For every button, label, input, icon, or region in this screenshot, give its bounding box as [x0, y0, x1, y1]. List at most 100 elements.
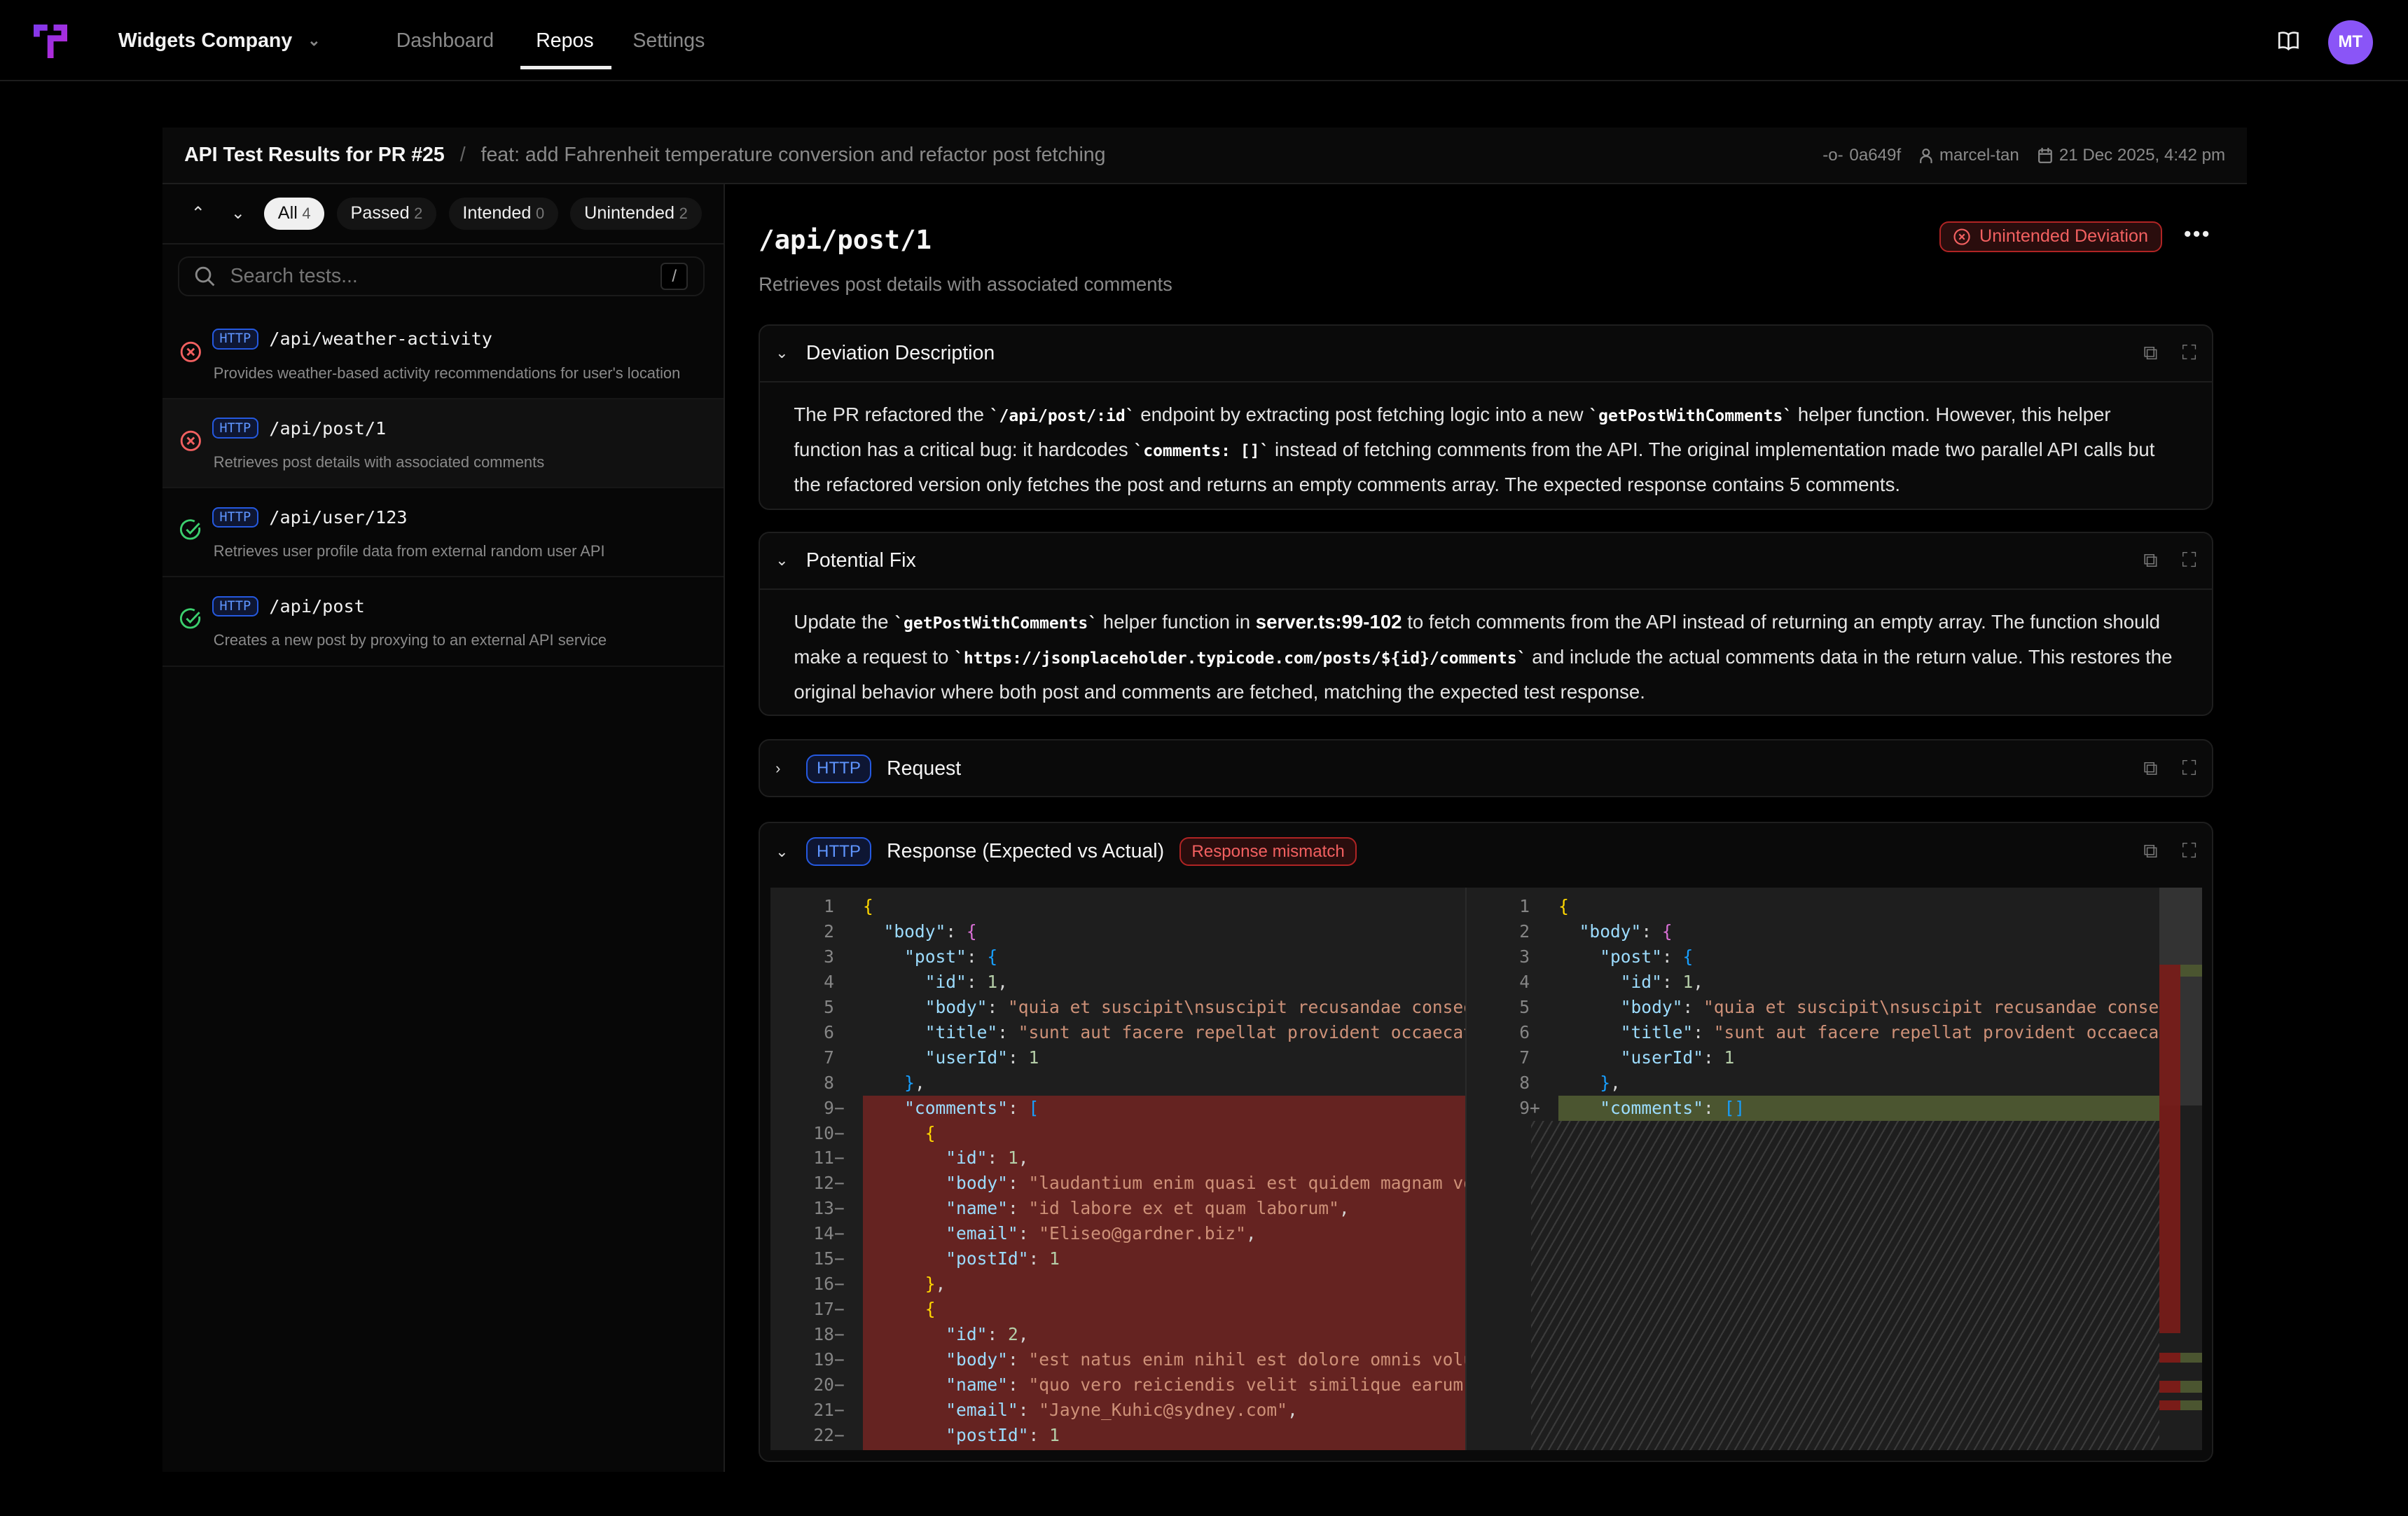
logo-icon[interactable]: [34, 25, 67, 58]
test-path: /api/weather-activity: [269, 329, 492, 349]
line-number: 8: [1467, 1070, 1544, 1096]
previous-test-button[interactable]: ⌃: [184, 203, 212, 223]
app-root: Widgets Company⌄ Dashboard Repos Setting…: [0, 0, 2408, 1516]
line-number: 8: [770, 1070, 847, 1096]
actual-pane[interactable]: 1 {2 "body": {3 "post": {4 "id": 1,5 "bo…: [1465, 888, 2159, 1449]
test-list-item[interactable]: HTTP/api/weather-activityProvides weathe…: [162, 310, 723, 399]
copy-icon[interactable]: ⧉: [2143, 757, 2157, 780]
copy-icon[interactable]: ⧉: [2143, 840, 2157, 863]
code-text: "postId": 1: [863, 1246, 1060, 1272]
expected-pane[interactable]: 1 {2 "body": {3 "post": {4 "id": 1,5 "bo…: [770, 888, 1465, 1449]
copy-icon[interactable]: ⧉: [2143, 342, 2157, 365]
breadcrumb-separator: /: [460, 144, 466, 167]
code-text: "title": "sunt aut facere repellat provi…: [863, 1020, 1465, 1045]
next-test-button[interactable]: ⌄: [224, 203, 251, 223]
filter-label: Unintended: [584, 203, 674, 223]
line-number: 13−: [770, 1196, 847, 1221]
test-list: HTTP/api/weather-activityProvides weathe…: [162, 310, 723, 667]
author-meta: marcel-tan: [1919, 146, 2019, 165]
expand-icon[interactable]: ⛶: [2182, 757, 2196, 780]
fix-body: Update the `getPostWithComments` helper …: [760, 590, 2211, 710]
line-number: 12−: [770, 1171, 847, 1196]
request-header[interactable]: ›HTTPRequest ⧉⛶: [760, 740, 2211, 797]
removed-line: 21− "email": "Jayne_Kuhic@sydney.com",: [770, 1398, 1465, 1423]
commit-hash: 0a649f: [1849, 146, 1901, 165]
code-line: 7 "userId": 1: [1467, 1045, 2159, 1070]
line-number: 1: [1467, 894, 1544, 919]
removed-line: 9− "comments": [: [770, 1096, 1465, 1121]
inline-code: `comments: []`: [1133, 442, 1269, 460]
code-text: "id": 2,: [863, 1322, 1028, 1347]
test-list-item[interactable]: HTTP/api/post/1Retrieves post details wi…: [162, 399, 723, 488]
test-list-item[interactable]: HTTP/api/postCreates a new post by proxy…: [162, 577, 723, 666]
removed-line: 20− "name": "quo vero reiciendis velit s…: [770, 1372, 1465, 1398]
line-number: 20−: [770, 1372, 847, 1398]
filter-label: Passed: [351, 203, 410, 223]
code-line: 6 "title": "sunt aut facere repellat pro…: [770, 1020, 1465, 1045]
commit-meta[interactable]: -o-0a649f: [1822, 146, 1901, 165]
more-options-button[interactable]: •••: [2184, 221, 2211, 247]
status-badge-label: Unintended Deviation: [1979, 226, 2148, 247]
expand-icon[interactable]: ⛶: [2182, 342, 2196, 365]
fix-header[interactable]: ⌄Potential Fix ⧉⛶: [760, 533, 2211, 590]
removed-line: 22− "postId": 1: [770, 1423, 1465, 1448]
search-input[interactable]: [230, 265, 660, 288]
removed-line: 19− "body": "est natus enim nihil est do…: [770, 1347, 1465, 1372]
code-line: 3 "post": {: [1467, 944, 2159, 970]
mismatch-badge: Response mismatch: [1179, 837, 1357, 866]
test-detail: /api/post/1 Retrieves post details with …: [725, 184, 2247, 1471]
code-line: 8 },: [1467, 1070, 2159, 1096]
filter-count: 0: [536, 205, 544, 222]
code-line: 4 "id": 1,: [1467, 970, 2159, 995]
calendar-icon: [2037, 148, 2053, 163]
code-text: {: [863, 1121, 935, 1146]
diff-overview-ruler[interactable]: [2159, 888, 2202, 1449]
code-text: "name": "id labore ex et quam laborum",: [863, 1196, 1350, 1221]
code-text: "body": "laudantium enim quasi est quide…: [863, 1171, 1465, 1196]
code-text: "body": {: [863, 919, 977, 944]
nav-tab-dashboard[interactable]: Dashboard: [396, 29, 494, 53]
deviation-header[interactable]: ⌄Deviation Description ⧉⛶: [760, 326, 2211, 383]
diff-editor[interactable]: 1 {2 "body": {3 "post": {4 "id": 1,5 "bo…: [770, 888, 2202, 1449]
expand-icon[interactable]: ⛶: [2182, 840, 2196, 863]
user-avatar[interactable]: MT: [2328, 20, 2373, 65]
org-switcher[interactable]: Widgets Company⌄: [118, 29, 321, 53]
code-text: },: [863, 1272, 946, 1297]
response-card: ⌄HTTPResponse (Expected vs Actual)Respon…: [759, 822, 2213, 1462]
file-reference: server.ts:99-102: [1256, 611, 1402, 633]
filter-intended[interactable]: Intended0: [449, 198, 558, 230]
code-text: },: [1558, 1070, 1621, 1096]
x-circle-icon: [1953, 228, 1970, 245]
code-line: 2 "body": {: [1467, 919, 2159, 944]
filter-all[interactable]: All4: [264, 198, 324, 230]
code-text: },: [863, 1070, 925, 1096]
expand-icon[interactable]: ⛶: [2182, 549, 2196, 572]
line-number: 4: [770, 970, 847, 995]
filter-passed[interactable]: Passed2: [337, 198, 436, 230]
filter-unintended[interactable]: Unintended2: [570, 198, 701, 230]
line-number: 7: [1467, 1045, 1544, 1070]
test-description: Retrieves user profile data from externa…: [214, 542, 605, 560]
status-badge: Unintended Deviation: [1939, 221, 2161, 252]
response-header[interactable]: ⌄HTTPResponse (Expected vs Actual)Respon…: [760, 823, 2211, 880]
added-marker: [2180, 1400, 2202, 1410]
failed-status-icon: [180, 341, 202, 363]
removed-marker: [2159, 1353, 2181, 1362]
removed-marker: [2159, 1381, 2181, 1393]
passed-status-icon: [180, 608, 202, 630]
line-number: 17−: [770, 1297, 847, 1322]
docs-book-icon[interactable]: [2278, 31, 2299, 51]
test-sidebar: ⌃ ⌄ All4 Passed2 Intended0 Unintended2 /…: [162, 184, 724, 1471]
nav-tab-repos[interactable]: Repos: [536, 29, 593, 53]
test-description: Creates a new post by proxying to an ext…: [214, 631, 607, 649]
http-tag: HTTP: [212, 418, 258, 438]
line-number: 10−: [770, 1121, 847, 1146]
line-number: 2: [1467, 919, 1544, 944]
org-name: Widgets Company: [118, 29, 292, 53]
code-text: {: [1558, 894, 1569, 919]
test-list-item[interactable]: HTTP/api/user/123Retrieves user profile …: [162, 488, 723, 577]
nav-tab-settings[interactable]: Settings: [632, 29, 705, 53]
code-text: "id": 1,: [863, 970, 1008, 995]
line-number: 15−: [770, 1246, 847, 1272]
copy-icon[interactable]: ⧉: [2143, 549, 2157, 572]
